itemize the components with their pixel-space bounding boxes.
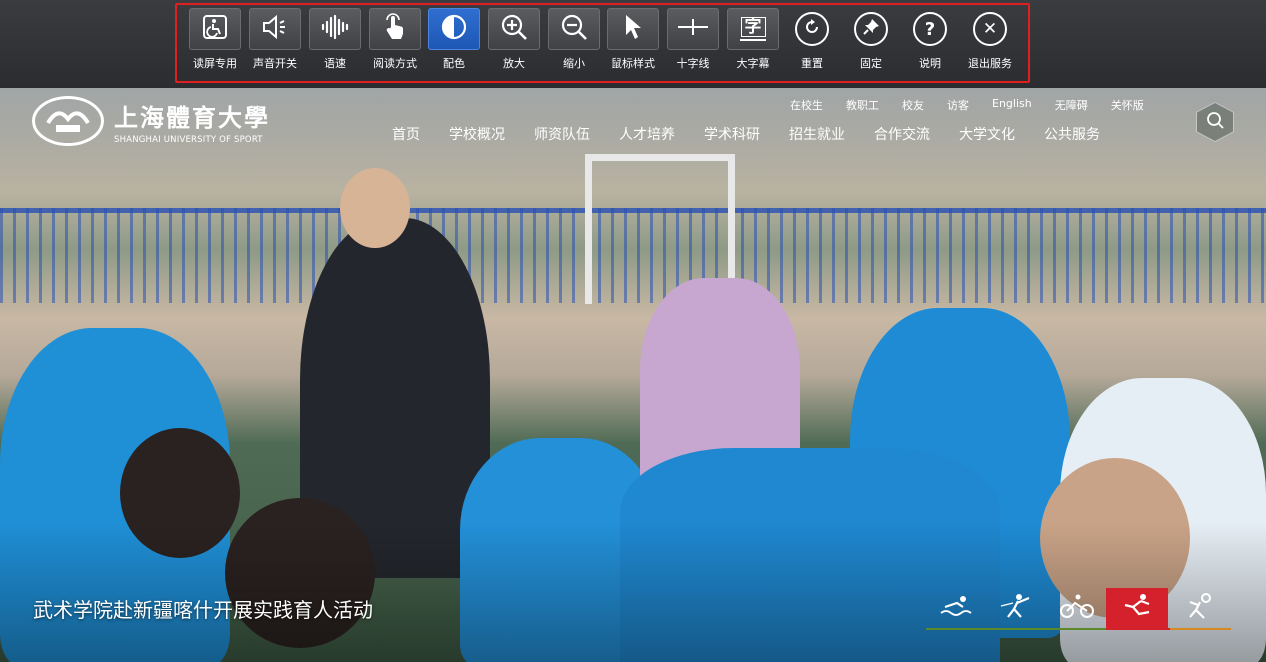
slide-indicator-1[interactable] [926, 588, 988, 628]
logo-english-name: SHANGHAI UNIVERSITY OF SPORT [114, 134, 263, 145]
accessibility-toolbar-frame [175, 3, 1030, 83]
speaker-icon [261, 14, 289, 44]
zoom-in-icon [500, 13, 528, 45]
logo-chinese-name: 上海體育大學 [114, 102, 270, 132]
crosshair-icon [676, 14, 710, 44]
waveform-icon [320, 14, 350, 44]
zoom-out-icon [560, 13, 588, 45]
color-scheme-button[interactable]: 配色 [428, 8, 480, 74]
help-icon: ? [913, 12, 947, 46]
reset-button[interactable]: 重置 [786, 8, 838, 74]
nav-faculty[interactable]: 师资队伍 [534, 124, 590, 144]
tool-label: 退出服务 [968, 57, 1012, 70]
nav-about[interactable]: 学校概况 [449, 124, 505, 144]
zoom-in-button[interactable]: 放大 [488, 8, 540, 74]
slide-progress-active [1106, 628, 1170, 630]
tool-label: 语速 [324, 57, 346, 70]
reset-circle [795, 12, 829, 46]
ball-sport-icon [1182, 592, 1218, 624]
screen-reader-button[interactable]: 读屏专用 [189, 8, 241, 74]
tool-label: 鼠标样式 [611, 57, 655, 70]
speech-rate-button[interactable]: 语速 [309, 8, 361, 74]
fencing-icon [999, 592, 1035, 624]
exit-service-button[interactable]: ✕ 退出服务 [964, 8, 1016, 74]
pin-button[interactable]: 固定 [845, 8, 897, 74]
tool-label: 声音开关 [253, 57, 297, 70]
slide-indicator-5[interactable] [1169, 588, 1231, 628]
tool-label: 重置 [801, 57, 823, 70]
tool-label: 大字幕 [736, 57, 770, 70]
close-icon: ✕ [973, 12, 1007, 46]
reset-icon [802, 17, 822, 41]
help-button[interactable]: ? 说明 [904, 8, 956, 74]
top-link-visitors[interactable]: 访客 [947, 97, 969, 113]
sound-toggle-button[interactable]: 声音开关 [249, 8, 301, 74]
nav-public-services[interactable]: 公共服务 [1044, 124, 1100, 144]
martial-arts-icon [1119, 592, 1155, 624]
nav-research[interactable]: 学术科研 [704, 124, 760, 144]
search-button-inner [1197, 103, 1233, 141]
reading-mode-button[interactable]: 阅读方式 [369, 8, 421, 74]
slide-indicator-4[interactable] [1106, 588, 1168, 628]
wheelchair-icon [202, 14, 228, 44]
photo-figure [340, 168, 410, 248]
site-logo[interactable]: 上海體育大學 SHANGHAI UNIVERSITY OF SPORT [32, 96, 270, 146]
slide-progress-next [1170, 628, 1231, 630]
hero-banner[interactable] [0, 88, 1266, 662]
top-link-staff[interactable]: 教职工 [846, 97, 879, 113]
top-link-english[interactable]: English [992, 97, 1032, 113]
pin-icon [861, 17, 881, 41]
tool-label: 缩小 [563, 57, 585, 70]
contrast-icon [440, 13, 468, 45]
zoom-out-button[interactable]: 缩小 [548, 8, 600, 74]
help-glyph: ? [924, 18, 936, 40]
nav-home[interactable]: 首页 [392, 124, 420, 144]
crosshair-button[interactable]: 十字线 [667, 8, 719, 74]
slide-indicators [926, 588, 1231, 632]
search-icon [1205, 110, 1225, 134]
slide-indicator-3[interactable] [1046, 588, 1108, 628]
tool-label: 固定 [860, 57, 882, 70]
top-link-accessibility[interactable]: 无障碍 [1055, 97, 1088, 113]
pointer-hand-icon [382, 13, 408, 45]
cycling-icon [1059, 593, 1095, 623]
slide-indicator-2[interactable] [986, 588, 1048, 628]
logo-text: 上海體育大學 SHANGHAI UNIVERSITY OF SPORT [114, 98, 270, 145]
nav-education[interactable]: 人才培养 [619, 124, 675, 144]
swimming-icon [939, 593, 975, 623]
nav-admissions[interactable]: 招生就业 [789, 124, 845, 144]
nav-cooperation[interactable]: 合作交流 [874, 124, 930, 144]
nav-culture[interactable]: 大学文化 [959, 124, 1015, 144]
cursor-icon [621, 13, 645, 45]
top-links: 在校生 教职工 校友 访客 English 无障碍 关怀版 [790, 97, 1167, 113]
tool-label: 十字线 [676, 57, 710, 70]
hero-headline[interactable]: 武术学院赴新疆喀什开展实践育人活动 [33, 594, 373, 623]
large-caption-icon: 字 [740, 17, 766, 41]
close-glyph: ✕ [982, 19, 998, 39]
caption-underline [740, 39, 766, 41]
top-link-care-edition[interactable]: 关怀版 [1111, 97, 1144, 113]
large-caption-button[interactable]: 字 大字幕 [727, 8, 779, 74]
cursor-style-button[interactable]: 鼠标样式 [607, 8, 659, 74]
pin-circle [854, 12, 888, 46]
logo-emblem-icon [32, 96, 104, 146]
tool-label: 阅读方式 [373, 57, 417, 70]
caption-glyph: 字 [740, 17, 766, 37]
tool-label: 说明 [919, 57, 941, 70]
tool-label: 读屏专用 [193, 57, 237, 70]
top-link-alumni[interactable]: 校友 [902, 97, 924, 113]
tool-label: 放大 [503, 57, 525, 70]
main-nav: 首页 学校概况 师资队伍 人才培养 学术科研 招生就业 合作交流 大学文化 公共… [392, 124, 1129, 144]
tool-label: 配色 [443, 57, 465, 70]
top-link-students[interactable]: 在校生 [790, 97, 823, 113]
